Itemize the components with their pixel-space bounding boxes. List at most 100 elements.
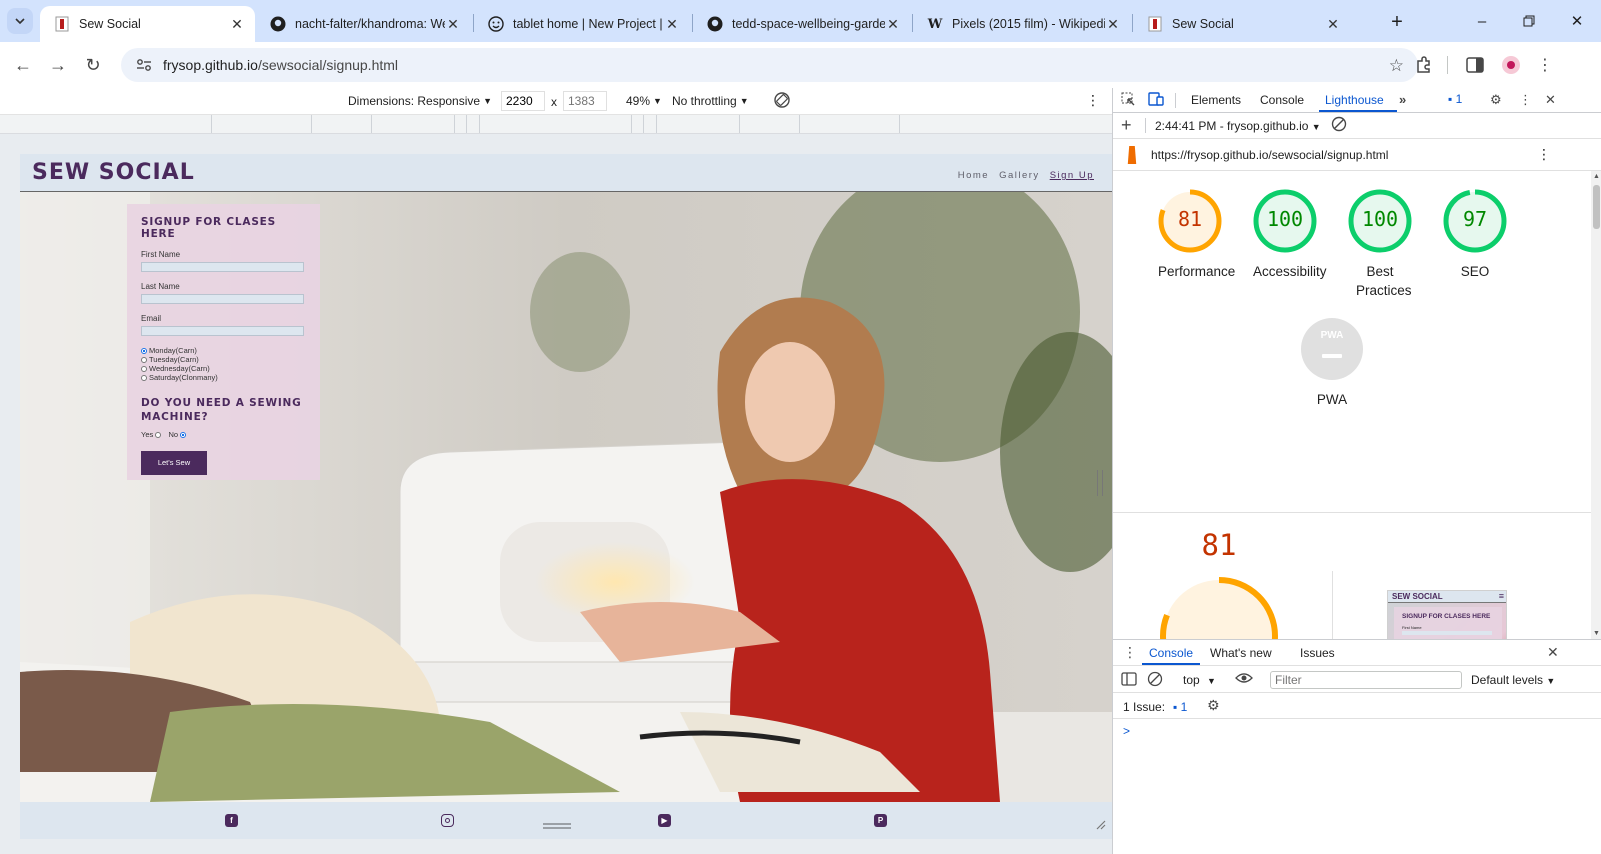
tab-elements[interactable]: Elements bbox=[1191, 93, 1241, 107]
nav-link-sign-up[interactable]: Sign Up bbox=[1050, 170, 1094, 181]
report-scrollbar[interactable]: ▲ ▼ bbox=[1591, 171, 1601, 639]
issues-badge[interactable]: ▪ 1 bbox=[1448, 92, 1462, 106]
lighthouse-url-bar: https://frysop.github.io/sewsocial/signu… bbox=[1113, 139, 1601, 171]
pinterest-icon[interactable]: P bbox=[874, 814, 887, 827]
zoom-select[interactable]: 49% ▼ bbox=[626, 94, 662, 108]
tab-sew-social-2[interactable]: Sew Social ✕ bbox=[1133, 6, 1351, 42]
tab-github-khandroma[interactable]: nacht-falter/khandroma: Web ✕ bbox=[256, 6, 471, 42]
more-tabs-icon[interactable]: » bbox=[1399, 92, 1406, 107]
radio-button[interactable] bbox=[141, 366, 147, 373]
tab-sew-social[interactable]: Sew Social ✕ bbox=[40, 6, 255, 42]
instagram-icon[interactable] bbox=[441, 814, 454, 827]
new-tab-button[interactable]: + bbox=[1383, 8, 1411, 36]
close-tab-icon[interactable]: ✕ bbox=[229, 16, 245, 33]
close-devtools-icon[interactable]: ✕ bbox=[1545, 92, 1556, 108]
device-toggle-icon[interactable] bbox=[1148, 92, 1164, 109]
context-select[interactable]: top ▼ bbox=[1183, 673, 1216, 687]
browser-menu-icon[interactable]: ⋮ bbox=[1533, 53, 1557, 77]
close-window-button[interactable]: ✕ bbox=[1557, 8, 1597, 34]
email-input[interactable] bbox=[141, 326, 304, 336]
console-settings-gear-icon[interactable]: ⚙ bbox=[1207, 697, 1220, 714]
settings-gear-icon[interactable]: ⚙ bbox=[1490, 92, 1502, 108]
devtools-split-handle[interactable] bbox=[1097, 470, 1103, 496]
report-select[interactable]: 2:44:41 PM - frysop.github.io ▼ bbox=[1155, 119, 1321, 133]
reload-button[interactable]: ↻ bbox=[79, 51, 107, 79]
gauge-accessibility[interactable]: 100 Accessibility bbox=[1253, 189, 1327, 281]
first-name-input[interactable] bbox=[141, 262, 304, 272]
day-option-monday[interactable]: Monday(Carn) bbox=[141, 346, 306, 355]
rotate-icon[interactable] bbox=[773, 91, 791, 109]
day-option-saturday[interactable]: Saturday(Clonmany) bbox=[141, 373, 306, 382]
lets-sew-button[interactable]: Let's Sew bbox=[141, 451, 207, 475]
restore-button[interactable] bbox=[1509, 8, 1549, 34]
minimize-button[interactable]: – bbox=[1462, 8, 1502, 34]
profile-avatar[interactable] bbox=[1499, 53, 1523, 77]
no-radio[interactable] bbox=[180, 432, 187, 439]
gauge-best-practices[interactable]: 100 Best Practices bbox=[1348, 189, 1412, 300]
back-button[interactable]: ← bbox=[9, 51, 37, 79]
live-expression-eye-icon[interactable] bbox=[1235, 671, 1253, 688]
bookmark-star-icon[interactable]: ☆ bbox=[1389, 56, 1404, 76]
forward-button[interactable]: → bbox=[44, 51, 72, 79]
new-report-icon[interactable]: + bbox=[1121, 115, 1132, 136]
day-option-tuesday[interactable]: Tuesday(Carn) bbox=[141, 355, 306, 364]
console-sidebar-icon[interactable] bbox=[1121, 671, 1137, 690]
report-url[interactable]: https://frysop.github.io/sewsocial/signu… bbox=[1151, 148, 1388, 162]
issues-link[interactable]: ▪ 1 bbox=[1173, 700, 1187, 714]
gauge-pwa[interactable]: PWA PWA bbox=[1300, 317, 1364, 409]
scroll-down-icon[interactable]: ▼ bbox=[1593, 630, 1600, 637]
height-input[interactable] bbox=[563, 91, 607, 111]
close-tab-icon[interactable]: ✕ bbox=[1325, 16, 1341, 33]
side-panel-icon[interactable] bbox=[1463, 53, 1487, 77]
resize-corner-icon[interactable] bbox=[1094, 818, 1106, 830]
radio-button[interactable] bbox=[141, 348, 147, 355]
tab-wikipedia-pixels[interactable]: W Pixels (2015 film) - Wikipedia ✕ bbox=[913, 6, 1131, 42]
youtube-icon[interactable]: ▶ bbox=[658, 814, 671, 827]
devtools-menu-icon[interactable]: ⋮ bbox=[1519, 92, 1532, 108]
site-info-icon[interactable] bbox=[129, 58, 159, 72]
inspect-element-icon[interactable] bbox=[1121, 92, 1135, 109]
tab-tablet-home[interactable]: tablet home | New Project | S ✕ bbox=[474, 6, 690, 42]
drawer-tab-console[interactable]: Console bbox=[1149, 646, 1193, 660]
scrollbar-thumb[interactable] bbox=[1593, 185, 1600, 229]
close-tab-icon[interactable]: ✕ bbox=[664, 16, 680, 33]
yes-radio[interactable] bbox=[155, 432, 162, 439]
radio-button[interactable] bbox=[141, 357, 147, 364]
tab-github-tedd-space[interactable]: tedd-space-wellbeing-garde ✕ bbox=[693, 6, 911, 42]
throttling-select[interactable]: No throttling ▼ bbox=[672, 94, 749, 108]
clear-console-icon[interactable] bbox=[1147, 671, 1163, 690]
viewport-resize-handle[interactable] bbox=[543, 823, 571, 829]
log-levels-select[interactable]: Default levels ▼ bbox=[1471, 673, 1555, 687]
last-name-input[interactable] bbox=[141, 294, 304, 304]
console-filter-input[interactable] bbox=[1270, 671, 1462, 689]
nav-link-home[interactable]: Home bbox=[958, 170, 989, 181]
page-screenshot-thumbnail[interactable]: Sew Social ≡ Signup for clases here Firs… bbox=[1387, 590, 1507, 639]
radio-button[interactable] bbox=[141, 375, 147, 382]
console-prompt[interactable]: > bbox=[1123, 724, 1130, 738]
nav-link-gallery[interactable]: Gallery bbox=[999, 170, 1040, 181]
width-input[interactable] bbox=[501, 91, 545, 111]
drawer-tab-whats-new[interactable]: What's new bbox=[1210, 646, 1272, 660]
tab-lighthouse[interactable]: Lighthouse bbox=[1325, 93, 1384, 107]
clear-reports-icon[interactable] bbox=[1331, 116, 1347, 135]
site-logo[interactable]: Sew Social bbox=[32, 160, 195, 185]
address-bar[interactable]: frysop.github.io/sewsocial/signup.html ☆ bbox=[121, 48, 1418, 82]
close-tab-icon[interactable]: ✕ bbox=[885, 16, 901, 33]
close-tab-icon[interactable]: ✕ bbox=[1105, 16, 1121, 33]
close-tab-icon[interactable]: ✕ bbox=[445, 16, 461, 33]
gauge-seo[interactable]: 97 SEO bbox=[1443, 189, 1507, 281]
drawer-tab-issues[interactable]: Issues bbox=[1300, 646, 1335, 660]
device-toolbar-menu-icon[interactable]: ⋮ bbox=[1086, 92, 1100, 109]
day-option-wednesday[interactable]: Wednesday(Carn) bbox=[141, 364, 306, 373]
tab-console[interactable]: Console bbox=[1260, 93, 1304, 107]
report-menu-icon[interactable]: ⋮ bbox=[1537, 146, 1551, 163]
tab-search-button[interactable] bbox=[7, 8, 33, 34]
gauge-performance[interactable]: 81 Performance bbox=[1158, 189, 1235, 281]
close-drawer-icon[interactable]: ✕ bbox=[1547, 644, 1559, 661]
dimensions-select[interactable]: Dimensions: Responsive ▼ bbox=[348, 94, 492, 108]
scroll-up-icon[interactable]: ▲ bbox=[1593, 173, 1600, 180]
facebook-icon[interactable]: f bbox=[225, 814, 238, 827]
extensions-icon[interactable] bbox=[1412, 53, 1436, 77]
console-toolbar: top ▼ Default levels ▼ bbox=[1113, 666, 1601, 693]
drawer-menu-icon[interactable]: ⋮ bbox=[1123, 644, 1137, 661]
